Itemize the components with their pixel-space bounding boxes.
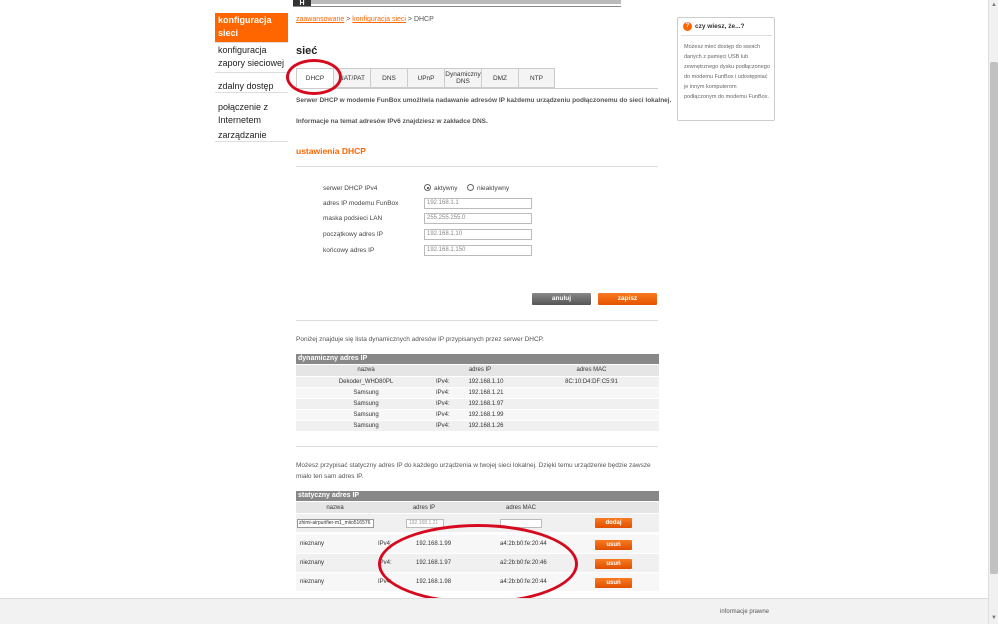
annotation-circle-static-entries [378,524,578,604]
nav-item-internet-connection[interactable]: połączenie z Internetem [215,100,288,128]
nav-item-management[interactable]: zarządzanie [215,128,288,142]
legal-info-link[interactable]: informacje prawne [720,609,769,615]
tab-upnp[interactable]: UPnP [407,68,444,88]
scroll-up-icon[interactable]: ▲ [991,2,997,8]
modem-ip-label: adres IP modemu FunBox [323,200,399,207]
scroll-down-icon[interactable]: ▼ [991,615,997,621]
device-name: Samsung [353,412,379,418]
mac-address: 8C:10:D4:DF:C5:91 [565,379,618,385]
ip-address: 192.168.1.99 [468,412,504,418]
top-tab-strip [311,0,621,4]
breadcrumb-link-advanced[interactable]: zaawansowane [296,16,344,23]
remove-button[interactable]: usuń [595,559,632,569]
breadcrumb-separator: > [405,16,414,23]
divider [296,166,658,167]
end-ip-label: końcowy adres IP [323,247,375,254]
tip-body: Możesz mieć dostęp do swoich danych z pa… [684,44,770,100]
footer: informacje prawne [0,598,988,624]
dynamic-intro-text: Poniżej znajduje się lista dynamicznych … [296,336,544,343]
left-nav: konfiguracja sieci konfiguracja zapory s… [215,13,288,142]
divider [681,35,772,36]
ip-address: 192.168.1.26 [468,423,504,429]
tabs-divider [296,88,658,89]
ip-protocol: IPv4: [436,423,450,429]
static-table-title: statyczny adres IP [296,491,659,501]
nav-item-firewall-config[interactable]: konfiguracja zapory sieciowej [215,43,288,73]
radio-inactive[interactable] [467,184,474,191]
ip-protocol: IPv4: [436,379,450,385]
nav-item-network-config[interactable]: konfiguracja sieci [215,13,288,43]
divider [296,320,658,321]
column-header-ip: adres IP [468,367,492,373]
dhcp-settings-title: ustawienia DHCP [296,146,366,156]
table-row: Samsung IPv4: 192.168.1.97 [296,399,659,410]
static-intro-text: Możesz przypisać statyczny adres IP do k… [296,462,651,480]
column-header-mac: adres MAC [505,505,536,511]
add-button[interactable]: dodaj [595,518,632,528]
subnet-mask-input[interactable]: 255.255.255.0 [424,213,532,224]
device-name: nieznany [300,579,325,585]
device-name: Samsung [353,401,379,407]
column-header-name: nazwa [357,367,375,373]
divider [296,446,658,447]
device-name: nieznany [300,560,325,566]
radio-inactive-label: nieaktywny [477,185,510,192]
scrollbar-thumb[interactable] [990,62,998,574]
dhcp-info-text: Serwer DHCP w modemie FunBox umożliwia n… [296,97,672,104]
breadcrumb-link-network-config[interactable]: konfiguracja sieci [352,16,406,23]
ip-protocol: IPv4: [436,412,450,418]
ip-address: 192.168.1.97 [468,401,504,407]
end-ip-input[interactable]: 192.168.1.150 [424,245,532,256]
ip-protocol: IPv4: [436,401,450,407]
remove-button[interactable]: usuń [595,578,632,588]
tab-dynamic-dns[interactable]: Dynamiczny DNS [444,68,481,88]
breadcrumb: zaawansowane > konfiguracja sieci > DHCP [296,16,434,23]
static-table-header: nazwa adres IP adres MAC [296,502,659,514]
page-title: sieć [296,45,318,57]
modem-ip-input[interactable]: 192.168.1.1 [424,198,532,209]
breadcrumb-current: DHCP [413,16,434,23]
scrollbar[interactable]: ▲ ▼ [988,0,998,624]
table-row: Samsung IPv4: 192.168.1.21 [296,388,659,399]
start-ip-input[interactable]: 192.168.1.10 [424,229,532,240]
page: H ▲ ▼ konfiguracja sieci konfiguracja za… [0,0,998,624]
radio-active[interactable] [424,184,431,191]
top-bar: H [0,0,988,7]
ip-address: 192.168.1.10 [468,379,504,385]
device-name: Dekoder_WHD80PL [338,379,394,385]
remove-button[interactable]: usuń [595,540,632,550]
cancel-button[interactable]: anuluj [532,293,591,305]
ipv6-info-text: Informacje na temat adresów IPv6 znajdzi… [296,118,488,125]
device-select[interactable]: zhimi-airpurifier-m1_miio516576 [297,519,374,528]
ip-address: 192.168.1.21 [468,390,504,396]
question-icon: ? [683,22,692,31]
tip-header: ? czy wiesz, że...? [683,22,745,31]
tab-dmz[interactable]: DMZ [481,68,518,88]
column-header-mac: adres MAC [576,367,607,373]
top-divider [293,6,621,7]
radio-active-label: aktywny [434,185,458,192]
device-name: Samsung [353,390,379,396]
start-ip-label: początkowy adres IP [323,231,383,238]
nav-item-remote-access[interactable]: zdalny dostęp [215,79,288,93]
ip-protocol: IPv4: [436,390,450,396]
annotation-circle-dhcp-tab [286,59,342,95]
tip-box: ? czy wiesz, że...? Możesz mieć dostęp d… [677,17,775,121]
column-header-ip: adres IP [412,505,436,511]
device-name: nieznany [300,541,325,547]
dynamic-table-title: dynamiczny adres IP [296,354,659,364]
table-row: Dekoder_WHD80PL IPv4: 192.168.1.10 8C:10… [296,377,659,388]
subnet-mask-label: maska podsieci LAN [323,215,383,222]
table-row: Samsung IPv4: 192.168.1.99 [296,410,659,421]
tab-ntp[interactable]: NTP [518,68,555,88]
device-name: Samsung [353,423,379,429]
dynamic-table-header: nazwa adres IP adres MAC [296,365,659,377]
save-button[interactable]: zapisz [598,293,657,305]
tab-dns[interactable]: DNS [370,68,407,88]
table-row: Samsung IPv4: 192.168.1.26 [296,421,659,432]
tip-title: czy wiesz, że...? [695,23,745,30]
dhcp-server-label: serwer DHCP IPv4 [323,185,378,192]
column-header-name: nazwa [326,505,344,511]
